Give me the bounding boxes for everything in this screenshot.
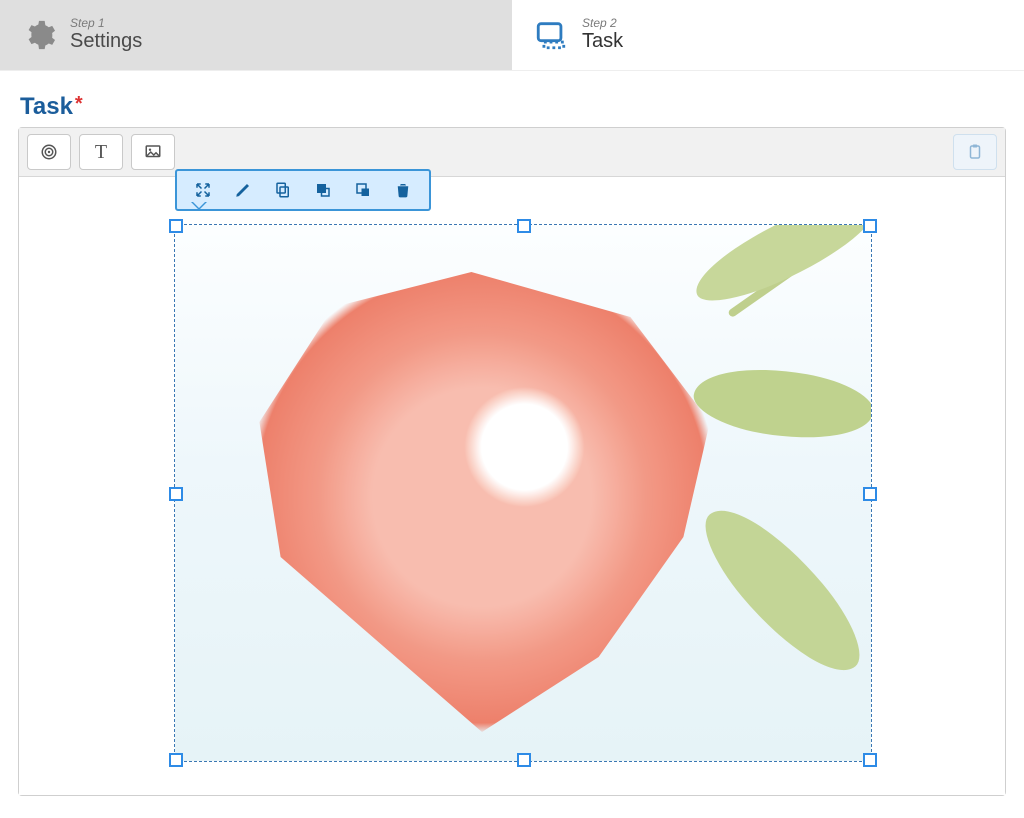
resize-handle-top-right[interactable] — [863, 219, 877, 233]
step-big-label: Settings — [70, 30, 142, 53]
wizard-steps: Step 1 Settings Step 2 Task — [0, 0, 1024, 71]
step-small-label: Step 1 — [70, 17, 142, 31]
editor-canvas[interactable] — [19, 177, 1005, 795]
text-tool-button[interactable]: T — [79, 134, 123, 170]
copy-icon — [274, 181, 292, 199]
editor-toolbar: T — [19, 128, 1005, 177]
expand-button[interactable] — [191, 179, 215, 201]
step-small-label: Step 2 — [582, 17, 623, 31]
edit-button[interactable] — [231, 179, 255, 201]
image-tool-button[interactable] — [131, 134, 175, 170]
resize-handle-top-left[interactable] — [169, 219, 183, 233]
section-title: Task* — [20, 93, 1006, 121]
delete-button[interactable] — [391, 179, 415, 201]
selection-context-toolbar — [175, 169, 431, 211]
resize-handle-right-middle[interactable] — [863, 487, 877, 501]
gear-icon — [22, 18, 56, 52]
expand-icon — [194, 181, 212, 199]
trash-icon — [394, 181, 412, 199]
target-icon — [40, 143, 58, 161]
image-content — [175, 225, 871, 761]
pencil-icon — [234, 181, 252, 199]
bring-front-button[interactable] — [311, 179, 335, 201]
wizard-step-task[interactable]: Step 2 Task — [512, 0, 1024, 70]
task-frame-icon — [534, 18, 568, 52]
section-title-text: Task — [20, 93, 73, 120]
required-asterisk: * — [75, 93, 83, 115]
resize-handle-bottom-middle[interactable] — [517, 753, 531, 767]
clipboard-button — [953, 134, 997, 170]
selected-image[interactable] — [174, 224, 872, 762]
step-big-label: Task — [582, 30, 623, 53]
bring-front-icon — [314, 181, 332, 199]
text-icon: T — [95, 141, 107, 164]
send-back-icon — [354, 181, 372, 199]
resize-handle-bottom-left[interactable] — [169, 753, 183, 767]
editor: T — [18, 127, 1006, 796]
resize-handle-bottom-right[interactable] — [863, 753, 877, 767]
target-tool-button[interactable] — [27, 134, 71, 170]
resize-handle-top-middle[interactable] — [517, 219, 531, 233]
copy-button[interactable] — [271, 179, 295, 201]
image-icon — [144, 143, 162, 161]
send-back-button[interactable] — [351, 179, 375, 201]
clipboard-icon — [966, 143, 984, 161]
resize-handle-left-middle[interactable] — [169, 487, 183, 501]
wizard-step-settings[interactable]: Step 1 Settings — [0, 0, 512, 70]
